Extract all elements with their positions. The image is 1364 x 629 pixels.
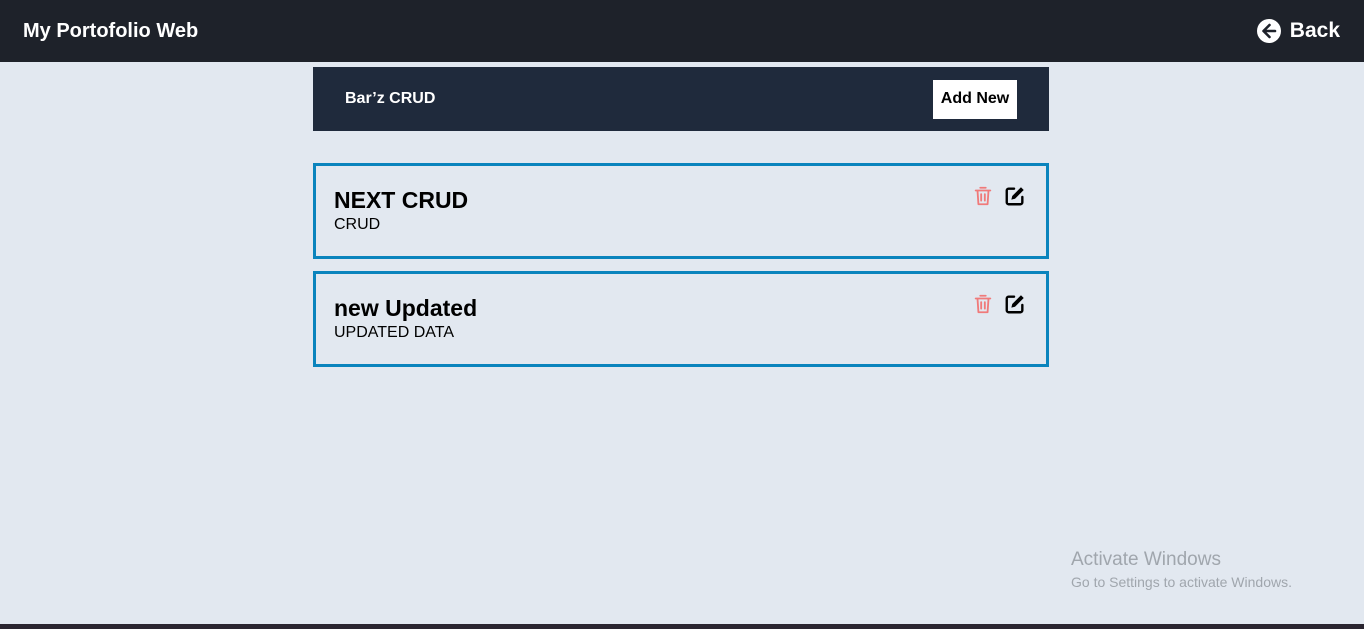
trash-icon[interactable] (972, 185, 994, 207)
item-title: NEXT CRUD (334, 187, 469, 213)
brand-title[interactable]: My Portofolio Web (23, 20, 198, 43)
item-title: new Updated (334, 295, 478, 321)
add-new-button[interactable]: Add New (933, 79, 1017, 119)
item-description: UPDATED DATA (334, 324, 455, 341)
item-actions (972, 185, 1026, 207)
crud-header-bar: Bar’z CRUD Add New (313, 67, 1049, 131)
taskbar-edge (0, 624, 1364, 629)
activate-windows-watermark: Activate Windows Go to Settings to activ… (1071, 548, 1292, 591)
back-label: Back (1289, 19, 1340, 42)
back-button[interactable]: Back (1256, 19, 1340, 43)
trash-icon[interactable] (972, 293, 994, 315)
item-description: CRUD (334, 216, 381, 233)
list-item: new Updated UPDATED DATA (313, 271, 1049, 367)
edit-icon[interactable] (1004, 293, 1026, 315)
arrow-left-circle-icon (1256, 19, 1281, 43)
top-navbar: My Portofolio Web Back (0, 0, 1364, 62)
edit-icon[interactable] (1004, 185, 1026, 207)
list-item: NEXT CRUD CRUD (313, 163, 1049, 259)
watermark-subtitle: Go to Settings to activate Windows. (1071, 574, 1292, 590)
item-actions (972, 293, 1026, 315)
watermark-title: Activate Windows (1071, 549, 1221, 570)
crud-title: Bar’z CRUD (345, 90, 436, 107)
